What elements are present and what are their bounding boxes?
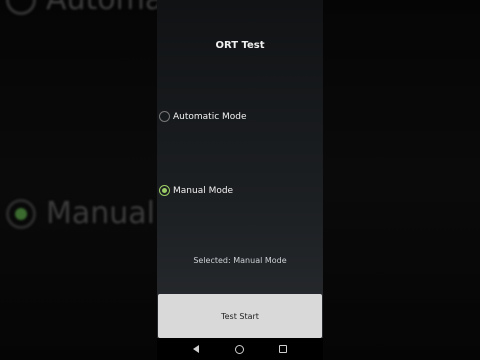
back-icon[interactable] <box>192 345 199 353</box>
home-icon[interactable] <box>234 344 244 354</box>
radio-automatic-mode[interactable]: Automatic Mode <box>159 111 247 122</box>
option-label-manual: Manual Mode <box>173 185 234 196</box>
bg-radio-checked-icon <box>6 198 36 229</box>
app-title: ORT Test <box>215 40 265 51</box>
radio-manual-mode[interactable]: Manual Mode <box>159 185 233 196</box>
nav-bar <box>157 338 323 360</box>
radio-checked-icon <box>159 185 170 196</box>
recents-icon[interactable] <box>279 345 288 353</box>
bg-radio-icon <box>6 0 36 15</box>
phone-screen: ORT Test Automatic Mode Manual Mode Sele… <box>157 0 323 360</box>
radio-unchecked-icon <box>159 111 170 122</box>
option-label-automatic: Automatic Mode <box>173 111 247 122</box>
selected-status: Selected: Manual Mode <box>193 256 287 265</box>
test-start-button[interactable]: Test Start <box>158 294 322 338</box>
